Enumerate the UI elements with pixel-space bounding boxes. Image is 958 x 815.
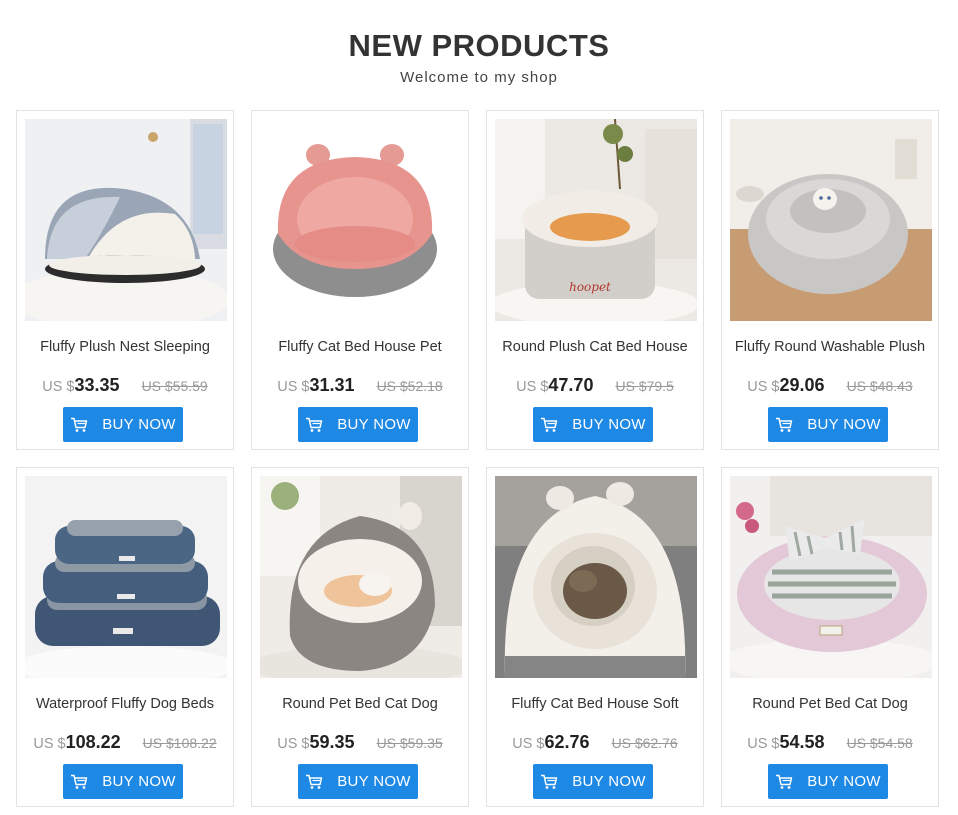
buy-now-button[interactable]: BUY NOW (768, 764, 888, 799)
currency-label: US $ (42, 379, 75, 395)
buy-now-label: BUY NOW (337, 773, 411, 790)
shopping-cart-icon (71, 774, 88, 789)
buy-now-label: BUY NOW (807, 416, 881, 433)
product-image[interactable] (730, 476, 932, 678)
product-image[interactable]: hoopet (495, 119, 697, 321)
sale-price: 29.06 (779, 375, 825, 395)
product-name[interactable]: Round Pet Bed Cat Dog (252, 696, 468, 712)
product-name[interactable]: Round Pet Bed Cat Dog (722, 696, 938, 712)
product-image[interactable] (25, 476, 227, 678)
product-image[interactable] (495, 476, 697, 678)
price-row: US $54.58 US $54.58 (722, 732, 938, 753)
product-card[interactable]: Fluffy Plush Nest Sleeping US $33.35 US $… (16, 110, 234, 450)
currency-label: US $ (747, 379, 780, 395)
buy-now-button[interactable]: BUY NOW (63, 407, 183, 442)
product-image[interactable] (25, 119, 227, 321)
price-row: US $108.22 US $108.22 (17, 732, 233, 753)
currency-label: US $ (277, 379, 310, 395)
shopping-cart-icon (306, 774, 323, 789)
price-row: US $62.76 US $62.76 (487, 732, 703, 753)
product-card[interactable]: Fluffy Round Washable Plush US $29.06 US … (721, 110, 939, 450)
sale-price: 62.76 (544, 732, 590, 752)
product-image[interactable] (260, 119, 462, 321)
currency-label: US $ (747, 736, 780, 752)
original-price: US $108.22 (142, 735, 217, 751)
sale-price: 108.22 (65, 732, 121, 752)
price-row: US $59.35 US $59.35 (252, 732, 468, 753)
price-row: US $47.70 US $79.5 (487, 375, 703, 396)
original-price: US $79.5 (615, 378, 674, 394)
sale-price: 31.31 (309, 375, 355, 395)
product-card[interactable]: Waterproof Fluffy Dog Beds US $108.22 US … (16, 467, 234, 807)
product-name[interactable]: Fluffy Cat Bed House Soft (487, 696, 703, 712)
shopping-cart-icon (306, 417, 323, 432)
sale-price: 33.35 (74, 375, 120, 395)
product-card[interactable]: Fluffy Cat Bed House Pet US $31.31 US $52… (251, 110, 469, 450)
buy-now-button[interactable]: BUY NOW (768, 407, 888, 442)
product-name[interactable]: Round Plush Cat Bed House (487, 339, 703, 355)
buy-now-label: BUY NOW (572, 416, 646, 433)
currency-label: US $ (516, 379, 549, 395)
product-card[interactable]: Fluffy Cat Bed House Soft US $62.76 US $6… (486, 467, 704, 807)
product-image[interactable] (260, 476, 462, 678)
buy-now-button[interactable]: BUY NOW (298, 764, 418, 799)
product-name[interactable]: Fluffy Plush Nest Sleeping (17, 339, 233, 355)
buy-now-label: BUY NOW (807, 773, 881, 790)
sale-price: 47.70 (548, 375, 594, 395)
shopping-cart-icon (541, 774, 558, 789)
shopping-cart-icon (776, 774, 793, 789)
price-row: US $31.31 US $52.18 (252, 375, 468, 396)
sale-price: 54.58 (779, 732, 825, 752)
product-card[interactable]: Round Pet Bed Cat Dog US $59.35 US $59.35… (251, 467, 469, 807)
currency-label: US $ (33, 736, 66, 752)
product-name[interactable]: Waterproof Fluffy Dog Beds (17, 696, 233, 712)
original-price: US $52.18 (376, 378, 443, 394)
currency-label: US $ (277, 736, 310, 752)
original-price: US $55.59 (141, 378, 208, 394)
original-price: US $48.43 (846, 378, 913, 394)
buy-now-button[interactable]: BUY NOW (533, 764, 653, 799)
buy-now-label: BUY NOW (102, 773, 176, 790)
buy-now-button[interactable]: BUY NOW (533, 407, 653, 442)
product-card[interactable]: Round Pet Bed Cat Dog US $54.58 US $54.58… (721, 467, 939, 807)
original-price: US $62.76 (611, 735, 678, 751)
original-price: US $54.58 (846, 735, 913, 751)
buy-now-label: BUY NOW (572, 773, 646, 790)
price-row: US $29.06 US $48.43 (722, 375, 938, 396)
product-name[interactable]: Fluffy Round Washable Plush (722, 339, 938, 355)
page-title: NEW PRODUCTS (348, 28, 610, 63)
original-price: US $59.35 (376, 735, 443, 751)
shopping-cart-icon (541, 417, 558, 432)
sale-price: 59.35 (309, 732, 355, 752)
currency-label: US $ (512, 736, 545, 752)
shopping-cart-icon (71, 417, 88, 432)
buy-now-label: BUY NOW (102, 416, 176, 433)
price-row: US $33.35 US $55.59 (17, 375, 233, 396)
buy-now-label: BUY NOW (337, 416, 411, 433)
svg-text:hoopet: hoopet (569, 280, 611, 294)
buy-now-button[interactable]: BUY NOW (298, 407, 418, 442)
product-image[interactable] (730, 119, 932, 321)
product-name[interactable]: Fluffy Cat Bed House Pet (252, 339, 468, 355)
product-card[interactable]: hoopet Round Plush Cat Bed House US $47.… (486, 110, 704, 450)
product-grid: Fluffy Plush Nest Sleeping US $33.35 US $… (16, 110, 942, 810)
page-subtitle: Welcome to my shop (400, 69, 558, 86)
buy-now-button[interactable]: BUY NOW (63, 764, 183, 799)
shopping-cart-icon (776, 417, 793, 432)
